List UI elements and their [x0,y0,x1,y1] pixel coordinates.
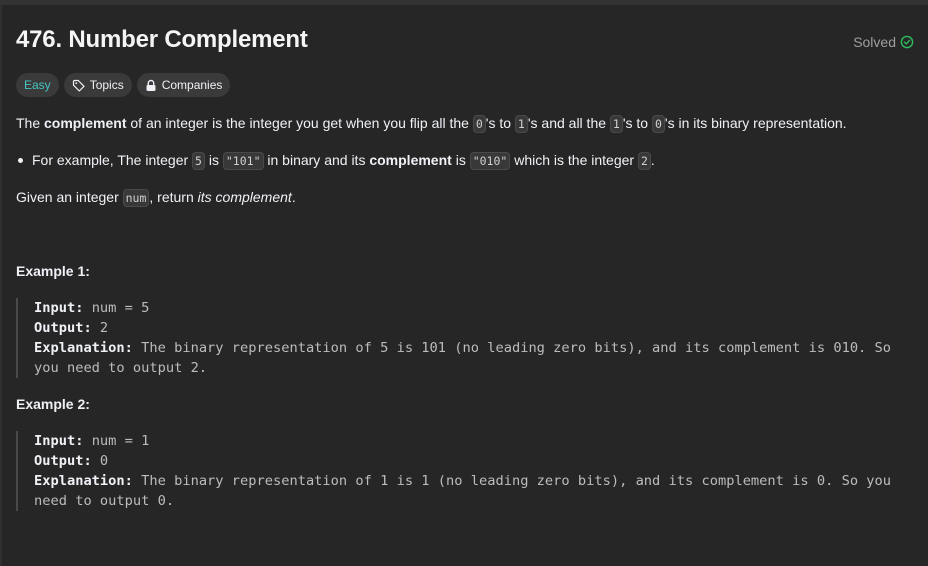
solved-label: Solved [853,34,896,50]
topics-label: Topics [89,78,124,92]
bullet-text: For example, The integer 5 is "101" in b… [32,149,655,172]
inline-code: 2 [637,152,651,170]
text: . [650,152,655,168]
output-label: Output: [34,320,92,336]
inline-code: 0 [651,115,665,133]
lock-icon [145,79,157,92]
inline-code: 1 [609,115,623,133]
text: 's and all the [527,115,610,131]
output-value: 0 [91,453,109,469]
text: is [451,152,470,168]
text: 's to [485,115,515,131]
inline-code: "010" [469,152,511,170]
bold-term: complement [369,152,452,168]
output-label: Output: [34,453,92,469]
text: in binary and its [263,152,370,168]
example-bullet: For example, The integer 5 is "101" in b… [16,149,655,172]
explanation-text: The binary representation of 5 is 101 (n… [34,340,892,376]
inline-code: 1 [514,115,528,133]
example-explanation-row: Explanation: The binary representation o… [34,338,914,378]
bullet-icon [18,158,23,163]
top-bar [0,0,928,5]
text: 's in its binary representation. [664,115,847,131]
input-label: Input: [34,300,84,316]
explanation-label: Explanation: [34,473,133,489]
text: The [16,115,45,131]
tag-icon [72,79,85,92]
check-circle-icon [900,35,914,49]
topics-button[interactable]: Topics [63,73,132,97]
task-paragraph: Given an integer num, return its complem… [16,186,296,209]
text: . [291,189,296,205]
inline-code: 5 [192,152,205,170]
problem-header: 476. Number Complement Solved [16,26,916,56]
input-value: num = 1 [83,433,150,449]
difficulty-label: Easy [24,78,51,92]
text: of an integer is the integer you get whe… [126,115,473,131]
difficulty-badge[interactable]: Easy [16,73,59,97]
input-value: num = 5 [83,300,150,316]
example-1-block: Input: num = 5 Output: 2 Explanation: Th… [16,298,914,378]
text: which is the integer [510,152,638,168]
problem-title: 476. Number Complement [16,26,308,53]
inline-code: num [122,189,150,207]
example-2-title: Example 2: [16,396,90,412]
explanation-text: The binary representation of 1 is 1 (no … [34,473,892,509]
text: 's to [622,115,652,131]
example-input-row: Input: num = 1 [34,431,914,451]
text: For example, The integer [32,152,193,168]
example-2-block: Input: num = 1 Output: 0 Explanation: Th… [16,431,914,511]
input-label: Input: [34,433,84,449]
description-paragraph: The complement of an integer is the inte… [16,112,847,135]
example-input-row: Input: num = 5 [34,298,914,318]
companies-label: Companies [161,78,223,92]
text: Given an integer [16,189,123,205]
italic-term: its complement [197,189,292,205]
inline-code: 0 [472,115,486,133]
example-explanation-row: Explanation: The binary representation o… [34,471,914,511]
example-1-title: Example 1: [16,263,90,279]
bold-term: complement [44,115,127,131]
solved-status: Solved [853,34,914,50]
explanation-label: Explanation: [34,340,133,356]
output-value: 2 [91,320,109,336]
text: , return [149,189,198,205]
companies-button[interactable]: Companies [136,73,231,97]
inline-code: "101" [222,152,264,170]
problem-tags: Easy Topics Companies [16,73,231,97]
text: is [204,152,223,168]
panel-edge [0,5,2,566]
example-output-row: Output: 2 [34,318,914,338]
example-output-row: Output: 0 [34,451,914,471]
